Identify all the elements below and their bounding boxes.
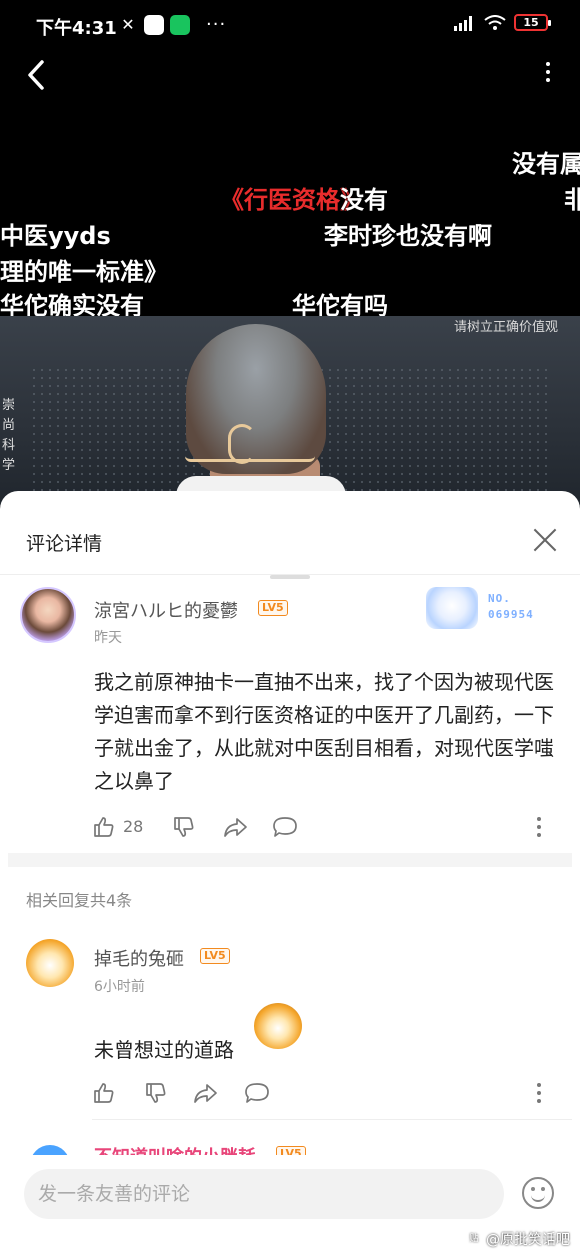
danmaku-item: 非 [564, 186, 580, 214]
level-badge: LV5 [200, 948, 230, 964]
video-side-caption: 崇尚科学 [2, 398, 16, 473]
fan-badge-label: NO. [488, 592, 511, 605]
reply-username[interactable]: 掉毛的兔砸 [94, 945, 184, 971]
comment-more-button[interactable] [536, 815, 542, 839]
like-button[interactable] [92, 1079, 116, 1107]
danmaku-item: 没有属 [512, 150, 580, 178]
danmaku-item: 没有 [340, 186, 388, 214]
qq-icon [144, 14, 164, 35]
thumbs-down-icon [146, 1083, 166, 1103]
status-bar: 下午4:31 ✕ ··· 15 [0, 0, 580, 52]
thumbs-down-icon [174, 817, 194, 837]
like-count: 28 [123, 817, 144, 836]
status-time: 下午4:31 [36, 18, 117, 39]
comment-icon [245, 1083, 269, 1103]
share-icon [194, 1084, 217, 1103]
comment-time: 昨天 [94, 630, 122, 646]
fan-badge[interactable]: NO. 069954 [426, 587, 546, 631]
person-head [186, 324, 326, 474]
panel-title: 评论详情 [26, 533, 103, 555]
close-button[interactable] [532, 527, 558, 553]
reply-more-button[interactable] [536, 1081, 542, 1105]
dislike-button[interactable] [144, 1079, 168, 1107]
section-divider [8, 853, 572, 867]
comment-text: 我之前原神抽卡一直抽不出来，找了个因为被现代医学迫害而拿不到行医资格证的中医开了… [94, 670, 554, 793]
footer-watermark: 贴 @原批笑话吧 [466, 1229, 570, 1249]
panel-header: 评论详情 [0, 491, 580, 575]
thumbs-up-icon [94, 817, 114, 837]
more-options-button[interactable] [542, 58, 554, 92]
headset-mic [185, 456, 315, 462]
signal-icon [454, 15, 476, 31]
avatar[interactable] [20, 587, 76, 643]
mute-icon: ✕ [121, 14, 135, 34]
reply-button[interactable] [244, 1079, 270, 1107]
fan-badge-image [426, 587, 478, 629]
comment-username[interactable]: 涼宮ハルヒ的憂鬱 [94, 597, 238, 623]
comment-icon [273, 817, 297, 837]
battery-icon: 15 [514, 14, 551, 31]
dislike-button[interactable] [172, 813, 196, 841]
share-button[interactable] [192, 1079, 218, 1107]
share-icon [224, 818, 247, 837]
tiger-sticker-icon [254, 1003, 302, 1049]
comment-input[interactable]: 发一条友善的评论 [24, 1169, 504, 1219]
share-button[interactable] [222, 813, 248, 841]
scroll-indicator [270, 575, 310, 579]
level-badge: LV5 [258, 600, 288, 616]
reply-separator [92, 1119, 572, 1120]
reply-text: 未曾想过的道路 [94, 1038, 234, 1062]
watermark-text: @原批笑话吧 [486, 1232, 570, 1248]
tieba-logo-icon: 贴 [466, 1231, 482, 1247]
emoji-button[interactable] [522, 1177, 554, 1209]
status-notification-icons: ✕ ··· [118, 14, 226, 35]
video-frame[interactable]: 请树立正确价值观 崇尚科学 [0, 316, 580, 506]
reply-time: 6小时前 [94, 979, 145, 995]
thumbs-up-icon [94, 1083, 114, 1103]
replies-count-label: 相关回复共4条 [26, 891, 133, 910]
video-watermark: 请树立正确价值观 [453, 320, 558, 335]
back-button[interactable] [24, 58, 52, 92]
wifi-icon [484, 14, 506, 31]
danmaku-item: 理的唯一标准》 [0, 258, 168, 286]
wechat-icon [170, 14, 190, 35]
fan-badge-number: 069954 [488, 608, 534, 621]
danmaku-item: 李时珍也没有啊 [324, 222, 492, 250]
status-system-icons: 15 [454, 14, 551, 31]
chevron-left-icon [28, 60, 44, 90]
reply-action-bar [92, 1079, 552, 1107]
reply-button[interactable] [272, 813, 298, 841]
comment-detail-panel: 评论详情 涼宮ハルヒ的憂鬱 LV5 昨天 NO. 069954 我之前原神抽卡一… [0, 491, 580, 1257]
comment-action-bar: 28 [92, 813, 552, 841]
more-notifications-icon: ··· [206, 14, 227, 35]
danmaku-item: 中医yyds [0, 222, 111, 250]
avatar[interactable] [26, 939, 74, 987]
